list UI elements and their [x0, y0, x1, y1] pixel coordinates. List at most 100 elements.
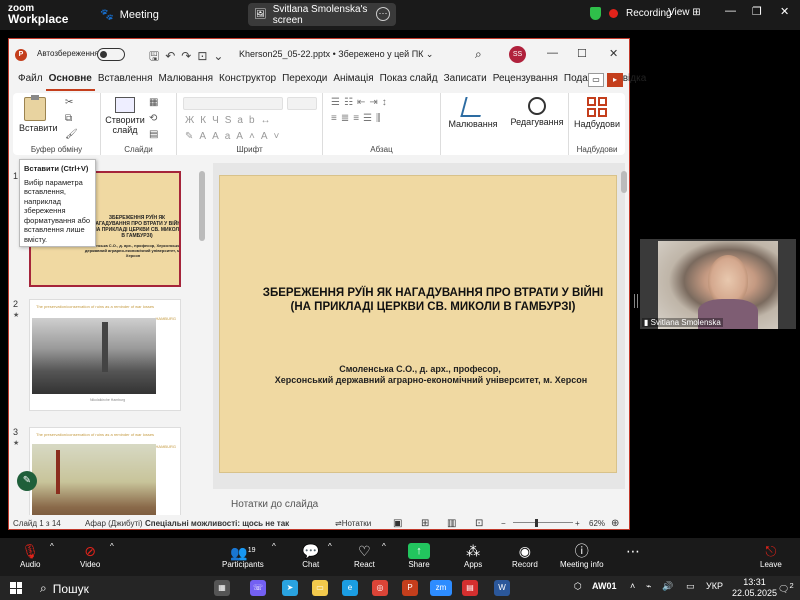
file-name[interactable]: Kherson25_05-22.pptx • Збережено у цей П…	[239, 49, 433, 60]
zoom-slider[interactable]	[513, 522, 573, 523]
slide-thumbnail-3[interactable]: The preservation/conservation of ruins a…	[29, 427, 181, 515]
view-button[interactable]: View ⊞	[668, 7, 701, 18]
audio-options-caret[interactable]: ^	[50, 542, 54, 551]
qat-more-icon[interactable]: ⌄	[213, 49, 229, 63]
numbering-icon[interactable]: ☷	[344, 97, 357, 108]
paste-button[interactable]: Вставити	[19, 95, 58, 133]
notes-toggle[interactable]: ⇌ Нотатки	[335, 519, 371, 528]
language-status[interactable]: Афар (Джибуті)	[85, 519, 143, 528]
shared-screen-pill[interactable]: 🖼 Svitlana Smolenska's screen ···	[248, 3, 396, 26]
highlight-icon[interactable]: ✎	[185, 131, 199, 142]
tab-9[interactable]: Рецензування	[490, 73, 561, 91]
editing-button[interactable]: Редагування	[507, 97, 567, 127]
more-options-icon[interactable]: ···	[376, 7, 390, 21]
autosave-toggle[interactable]	[97, 48, 125, 61]
bold-icon[interactable]: Ж	[185, 115, 200, 126]
tray-network-icon[interactable]: ⌁	[646, 581, 651, 592]
tab-0[interactable]: Файл	[15, 73, 46, 91]
slide-thumbnail-2[interactable]: The preservation/conservation of ruins a…	[29, 299, 181, 411]
tab-1[interactable]: Основне	[45, 73, 95, 91]
zoom-taskbar-icon[interactable]: zm	[430, 580, 452, 596]
tray-volume-icon[interactable]: 🔊	[662, 581, 673, 592]
video-options-caret[interactable]: ^	[110, 542, 114, 551]
participants-options-caret[interactable]: ^	[272, 542, 276, 551]
present-slideshow-icon[interactable]: ▸	[607, 73, 623, 87]
tray-language[interactable]: УКР	[706, 581, 723, 591]
tray-app-icon[interactable]: ⬡	[574, 581, 582, 592]
align-center-icon[interactable]: ≣	[341, 113, 353, 124]
align-left-icon[interactable]: ≡	[331, 113, 341, 124]
ppt-maximize-icon[interactable]: ☐	[577, 47, 587, 60]
tab-5[interactable]: Переходи	[279, 73, 330, 91]
strike-icon[interactable]: S	[225, 115, 238, 126]
tab-7[interactable]: Показ слайд	[377, 73, 441, 91]
font-color-icon[interactable]: A	[199, 131, 212, 142]
font-family-select[interactable]	[183, 97, 283, 110]
layout-icon[interactable]: ▦	[149, 97, 158, 108]
pen-icon[interactable]: ✎	[17, 471, 37, 491]
tray-chevron-icon[interactable]: ˄	[630, 581, 635, 591]
share-button[interactable]: ↑ Share	[408, 542, 430, 569]
video-button[interactable]: ⊘ Video	[80, 542, 100, 569]
more-button[interactable]: ⋯	[626, 542, 640, 560]
tab-8[interactable]: Записати	[441, 73, 490, 91]
zoom-level[interactable]: 62%	[589, 519, 605, 528]
tab-3[interactable]: Малювання	[155, 73, 216, 91]
meeting-button[interactable]: 🐾 Meeting	[100, 8, 159, 22]
react-options-caret[interactable]: ^	[382, 542, 386, 551]
video-panel-handle[interactable]	[634, 294, 638, 308]
slideshow-view-icon[interactable]: ⊡	[475, 518, 483, 529]
fit-slide-icon[interactable]: ⊕	[611, 518, 619, 529]
italic-icon[interactable]: К	[200, 115, 212, 126]
zoom-in-icon[interactable]: +	[575, 519, 580, 528]
tab-6[interactable]: Анімація	[330, 73, 376, 91]
restore-icon[interactable]: ❐	[752, 5, 762, 18]
grow-font-icon[interactable]: A˄	[236, 131, 261, 142]
underline-icon[interactable]: Ч	[212, 115, 225, 126]
addins-button[interactable]: Надбудови	[571, 97, 623, 129]
shrink-font-icon[interactable]: A˅	[261, 131, 286, 142]
save-icon[interactable]: 🖫	[149, 49, 165, 63]
format-painter-icon[interactable]: 🖌	[65, 129, 78, 140]
accessibility-status[interactable]: Спеціальні можливості: щось не так	[145, 519, 289, 528]
sorter-view-icon[interactable]: ⊞	[421, 518, 429, 529]
react-button[interactable]: ♡ React	[354, 542, 375, 569]
comments-icon[interactable]: ▭	[588, 73, 604, 87]
redo-icon[interactable]: ↷	[181, 49, 197, 63]
windows-start-icon[interactable]	[10, 582, 22, 594]
tray-clock[interactable]: 13:31 22.05.2025	[732, 577, 777, 599]
outdent-icon[interactable]: ⇤	[357, 97, 369, 108]
tray-aw-label[interactable]: AW01	[592, 581, 617, 591]
line-spacing-icon[interactable]: ↕	[382, 97, 391, 108]
notifications-icon[interactable]: 🗨2	[778, 581, 794, 595]
taskbar-search[interactable]: ⌕ Пошук	[40, 581, 89, 596]
spacing-icon[interactable]: ↔	[261, 115, 277, 126]
search-icon[interactable]: ⌕	[475, 47, 482, 62]
word-icon[interactable]: W	[494, 580, 510, 596]
zoom-out-icon[interactable]: −	[501, 519, 506, 528]
tab-2[interactable]: Вставлення	[95, 73, 156, 91]
reset-icon[interactable]: ⟲	[149, 113, 157, 124]
leave-button[interactable]: ⎋ Leave	[760, 542, 782, 569]
font-size-select[interactable]	[287, 97, 317, 110]
ppt-close-icon[interactable]: ✕	[609, 47, 618, 60]
chat-button[interactable]: 💬 Chat	[302, 542, 319, 569]
meeting-info-button[interactable]: ⓘ Meeting info	[560, 542, 604, 569]
edge-icon[interactable]: e	[342, 580, 358, 596]
present-icon[interactable]: ⊡	[197, 49, 213, 63]
undo-icon[interactable]: ↶	[165, 49, 181, 63]
zoom-slider-thumb[interactable]	[535, 519, 538, 527]
audio-button[interactable]: 🎙 Audio	[20, 542, 40, 569]
columns-icon[interactable]: ⫼	[376, 113, 385, 124]
bullets-icon[interactable]: ☰	[331, 97, 344, 108]
participants-button[interactable]: 👥19 Participants	[222, 542, 264, 569]
apps-button[interactable]: ⁂ Apps	[464, 542, 482, 569]
reading-view-icon[interactable]: ▥	[447, 518, 456, 529]
chat-options-caret[interactable]: ^	[328, 542, 332, 551]
close-icon[interactable]: ✕	[780, 5, 789, 18]
tray-battery-icon[interactable]: ▭	[686, 581, 695, 592]
current-slide[interactable]: ЗБЕРЕЖЕННЯ РУЇН ЯК НАГАДУВАННЯ ПРО ВТРАТ…	[219, 175, 617, 473]
recording-indicator[interactable]: Recording	[590, 7, 672, 20]
drawing-button[interactable]: Малювання	[443, 97, 503, 129]
task-view-icon[interactable]: ▦	[214, 580, 230, 596]
